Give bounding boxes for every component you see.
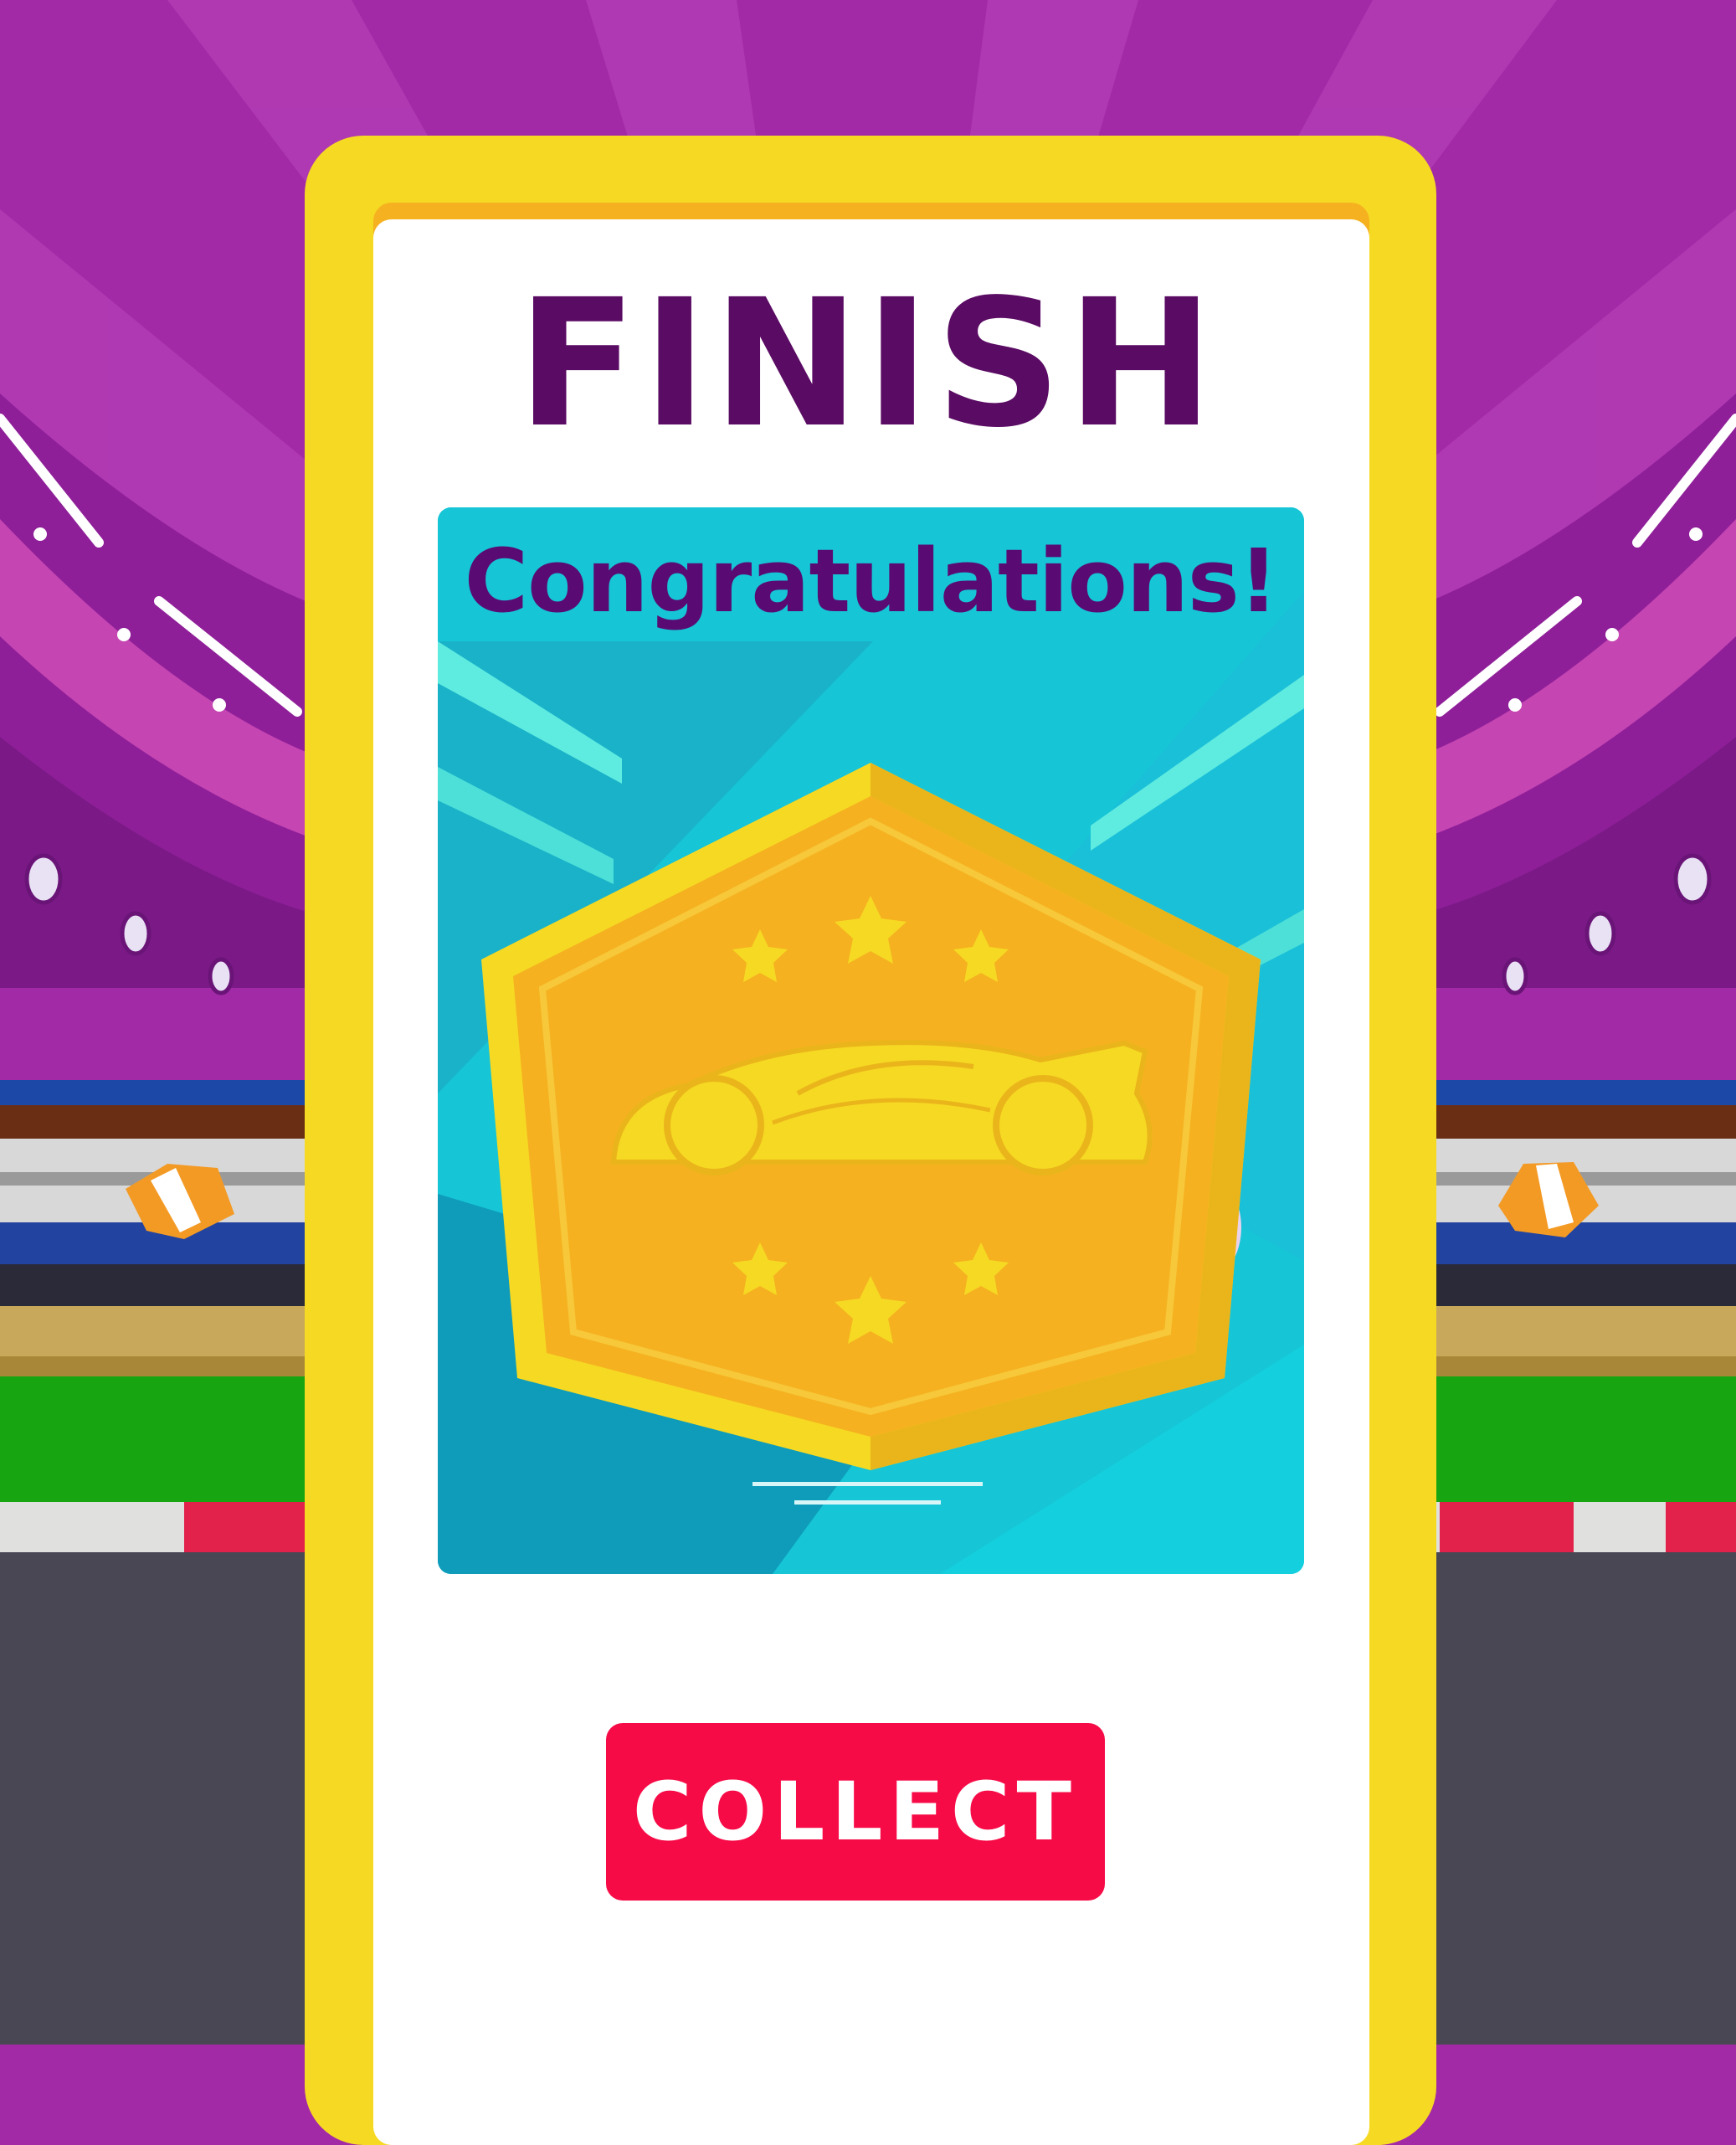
collect-button[interactable]: COLLECT: [606, 1723, 1105, 1901]
finish-title: FINISH: [516, 261, 1220, 466]
badge-illustration: [438, 507, 1304, 1574]
congratulations-text: Congratulations!: [464, 530, 1279, 632]
reward-panel: Congratulations!: [438, 507, 1304, 1574]
